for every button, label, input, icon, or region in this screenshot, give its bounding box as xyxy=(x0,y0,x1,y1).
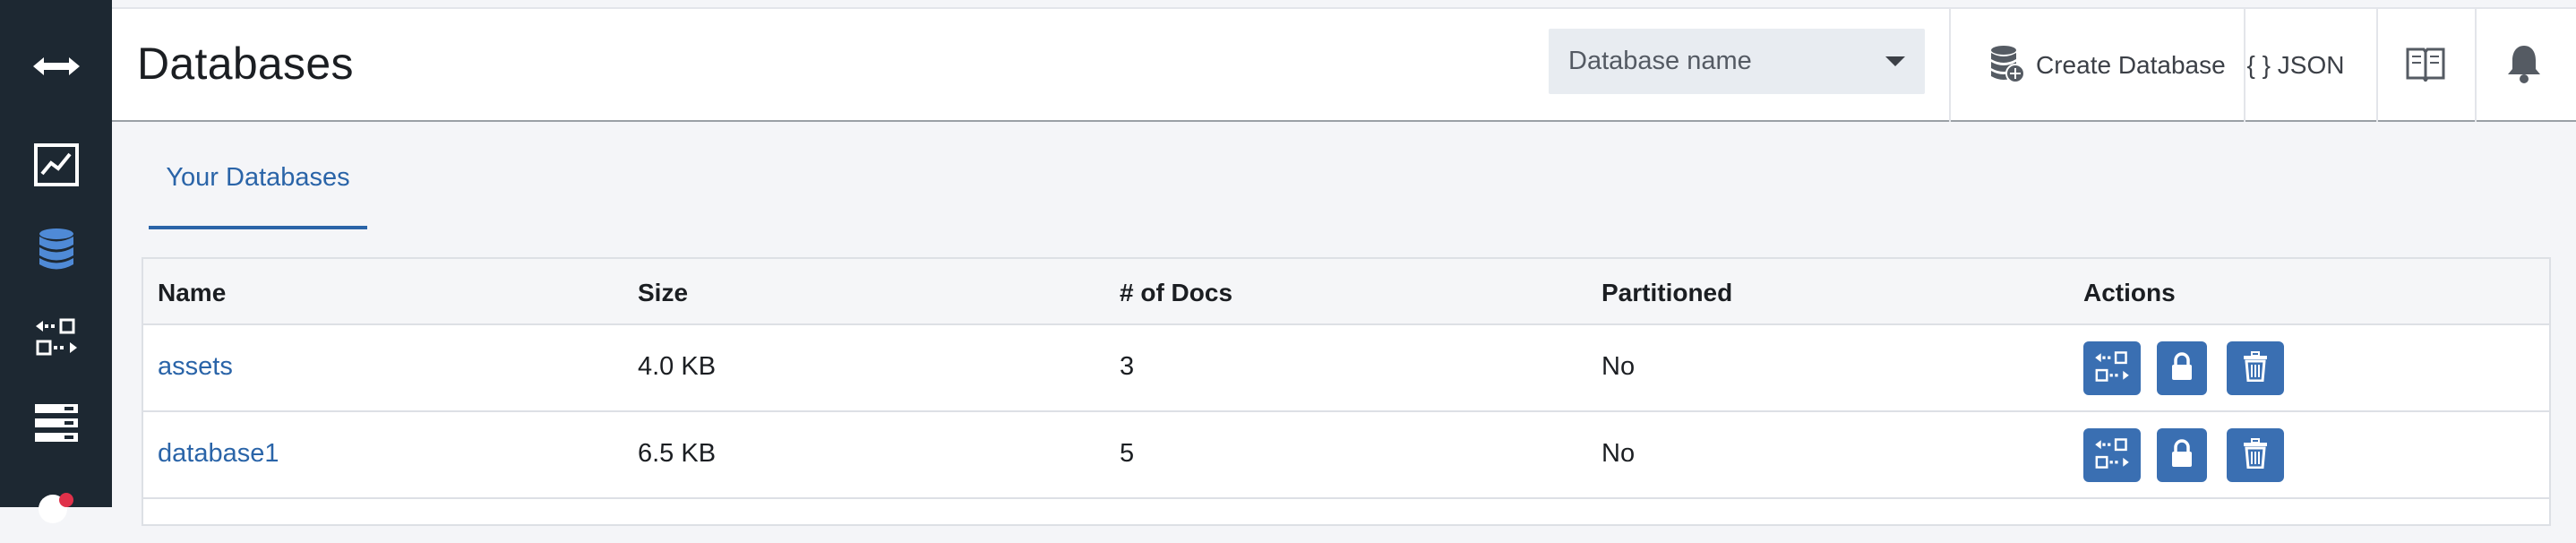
book-icon xyxy=(2406,46,2445,86)
databases-table: Name Size # of Docs Partitioned Actions … xyxy=(142,257,2551,526)
sidebar-item-activity[interactable] xyxy=(0,129,112,201)
database-icon xyxy=(38,227,75,272)
caret-down-icon xyxy=(1885,56,1905,66)
sidebar-item-toggle[interactable] xyxy=(0,30,112,102)
table-header-row: Name Size # of Docs Partitioned Actions xyxy=(143,259,2549,325)
sidebar xyxy=(0,0,112,523)
database-name-placeholder: Database name xyxy=(1568,47,1752,75)
bell-icon xyxy=(2506,44,2542,88)
replication-icon xyxy=(34,317,79,357)
delete-button[interactable] xyxy=(2227,341,2284,395)
sidebar-item-replication[interactable] xyxy=(0,301,112,373)
tab-your-databases[interactable]: Your Databases xyxy=(149,143,367,229)
json-view-button[interactable]: { } JSON xyxy=(2246,9,2345,122)
page-title: Databases xyxy=(137,39,354,89)
tab-label: Your Databases xyxy=(166,163,350,192)
trash-icon xyxy=(2243,437,2268,473)
column-header-docs[interactable]: # of Docs xyxy=(1120,279,1232,307)
header-divider xyxy=(1949,9,1951,122)
trash-icon xyxy=(2243,350,2268,386)
database-name-link[interactable]: assets xyxy=(158,352,233,382)
column-header-actions: Actions xyxy=(2083,279,2176,306)
sidebar-item-databases[interactable] xyxy=(0,213,112,285)
table-row: database1 6.5 KB 5 No xyxy=(143,412,2549,499)
database-size: 4.0 KB xyxy=(638,352,717,381)
delete-button[interactable] xyxy=(2227,428,2284,482)
database-name-link[interactable]: database1 xyxy=(158,439,279,469)
replicate-button[interactable] xyxy=(2083,428,2141,482)
sidebar-item-servers[interactable] xyxy=(0,387,112,459)
table-row: assets 4.0 KB 3 No xyxy=(143,325,2549,412)
lock-icon xyxy=(2170,438,2194,472)
column-header-partitioned: Partitioned xyxy=(1601,279,1733,306)
replicate-button[interactable] xyxy=(2083,341,2141,395)
database-name-select[interactable]: Database name xyxy=(1549,29,1925,94)
notifications-button[interactable] xyxy=(2477,9,2572,122)
activity-chart-icon xyxy=(33,143,79,186)
sidebar-item-user[interactable] xyxy=(0,471,112,543)
column-header-size[interactable]: Size xyxy=(638,279,688,307)
database-partitioned: No xyxy=(1601,352,1636,381)
server-list-icon xyxy=(34,403,79,443)
database-doc-count: 5 xyxy=(1120,439,1135,468)
replication-icon xyxy=(2093,437,2131,474)
column-header-name[interactable]: Name xyxy=(158,279,226,307)
create-database-button[interactable]: Create Database xyxy=(1989,9,2226,122)
database-partitioned: No xyxy=(1601,439,1636,468)
documentation-button[interactable] xyxy=(2378,9,2473,122)
user-avatar-icon xyxy=(30,489,83,525)
header-divider xyxy=(2244,9,2245,122)
lock-icon xyxy=(2170,351,2194,385)
database-add-icon xyxy=(1989,44,2025,88)
database-doc-count: 3 xyxy=(1120,352,1135,381)
page-header: Databases Database name Create Database … xyxy=(112,7,2576,122)
replication-icon xyxy=(2093,350,2131,387)
database-size: 6.5 KB xyxy=(638,439,717,468)
double-arrow-icon xyxy=(31,55,82,78)
create-database-label: Create Database xyxy=(2036,51,2226,79)
permissions-button[interactable] xyxy=(2157,428,2207,482)
permissions-button[interactable] xyxy=(2157,341,2207,395)
